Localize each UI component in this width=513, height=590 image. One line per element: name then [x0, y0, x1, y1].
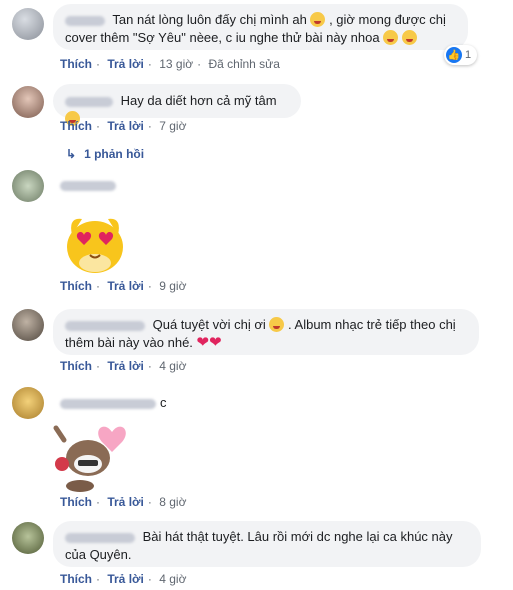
comment-text: Hay da diết hơn cả mỹ tâm [120, 93, 277, 108]
replies-count: 1 phản hồi [84, 147, 145, 161]
reaction-number: 1 [465, 49, 472, 61]
commenter-name-blurred[interactable] [65, 320, 145, 331]
comment-text: Quá tuyệt vời chị ơi [152, 317, 266, 332]
like-icon: 👍 [446, 47, 462, 63]
heart-icon: ❤ [196, 334, 210, 351]
comment-text: . Album nhạc trẻ tiếp theo chị [288, 317, 456, 332]
timestamp[interactable]: 4 giờ [159, 572, 186, 586]
view-replies-link[interactable]: ↳ 1 phản hồi [66, 147, 144, 161]
avatar[interactable] [12, 86, 44, 118]
timestamp[interactable]: 4 giờ [159, 359, 186, 373]
comment-text: Tan nát lòng luôn đấy chị mình ah [112, 12, 307, 27]
like-button[interactable]: Thích [60, 119, 92, 133]
reply-arrow-icon: ↳ [66, 147, 77, 161]
comment-bubble: Bài hát thật tuyệt. Lâu rồi mới dc nghe … [53, 521, 481, 567]
comment-text: Bài hát thật tuyệt. Lâu rồi mới dc nghe … [142, 529, 453, 544]
avatar[interactable] [12, 309, 44, 341]
comment-text: của Quyên. [65, 547, 132, 562]
reply-button[interactable]: Trả lời [107, 279, 144, 293]
comment-actions: Thích · Trả lời · 4 giờ [60, 572, 187, 586]
comment-bubble: Hay da diết hơn cả mỹ tâm [53, 84, 301, 126]
commenter-name-blurred[interactable] [65, 15, 105, 26]
like-button[interactable]: Thích [60, 279, 92, 293]
comment-actions: Thích · Trả lời · 8 giờ [60, 495, 187, 509]
comment-actions: Thích · Trả lời · 9 giờ [60, 279, 187, 293]
tongue-emoji-icon [383, 30, 399, 45]
comment-text: cover thêm "Sợ Yêu" nèee, c iu nghe thử … [65, 30, 380, 45]
avatar[interactable] [12, 522, 44, 554]
comment-bubble: Quá tuyệt vời chị ơi . Album nhạc trẻ ti… [53, 309, 479, 355]
smile-emoji-icon [269, 317, 285, 332]
comment-actions: Thích · Trả lời · 7 giờ [60, 119, 187, 133]
crying-emoji-icon [310, 12, 326, 27]
comment-text: c [160, 395, 167, 410]
reply-button[interactable]: Trả lời [107, 57, 144, 71]
commenter-name-blurred[interactable] [65, 96, 113, 107]
commenter-name-blurred[interactable] [60, 181, 116, 191]
reaction-count[interactable]: 👍 1 [444, 45, 478, 65]
reply-button[interactable]: Trả lời [107, 119, 144, 133]
comment-bubble: Tan nát lòng luôn đấy chị mình ah , giờ … [53, 4, 468, 50]
commenter-line: c [60, 395, 167, 410]
timestamp[interactable]: 7 giờ [159, 119, 186, 133]
reply-button[interactable]: Trả lời [107, 572, 144, 586]
timestamp[interactable]: 8 giờ [159, 495, 186, 509]
avatar[interactable] [12, 387, 44, 419]
comment-actions: Thích · Trả lời · 4 giờ [60, 359, 187, 373]
comment-text: thêm bài này vào nhé. [65, 335, 193, 350]
comment-text: , giờ mong được chị [329, 12, 446, 27]
commenter-name-blurred[interactable] [60, 398, 156, 409]
like-button[interactable]: Thích [60, 57, 92, 71]
reply-button[interactable]: Trả lời [107, 495, 144, 509]
timestamp[interactable]: 9 giờ [159, 279, 186, 293]
timestamp[interactable]: 13 giờ [159, 57, 193, 71]
like-button[interactable]: Thích [60, 495, 92, 509]
avatar[interactable] [12, 8, 44, 40]
like-button[interactable]: Thích [60, 572, 92, 586]
comment-actions: Thích · Trả lời · 13 giờ · Đã chỉnh sửa [60, 57, 280, 71]
sticker-icon [67, 218, 123, 273]
like-button[interactable]: Thích [60, 359, 92, 373]
heart-icon: ❤ [209, 334, 222, 351]
avatar[interactable] [12, 170, 44, 202]
tongue-emoji-icon [401, 30, 417, 45]
edited-label: Đã chỉnh sửa [208, 57, 280, 71]
commenter-name-blurred[interactable] [65, 532, 135, 543]
reply-button[interactable]: Trả lời [107, 359, 144, 373]
sticker-icon [53, 425, 126, 492]
